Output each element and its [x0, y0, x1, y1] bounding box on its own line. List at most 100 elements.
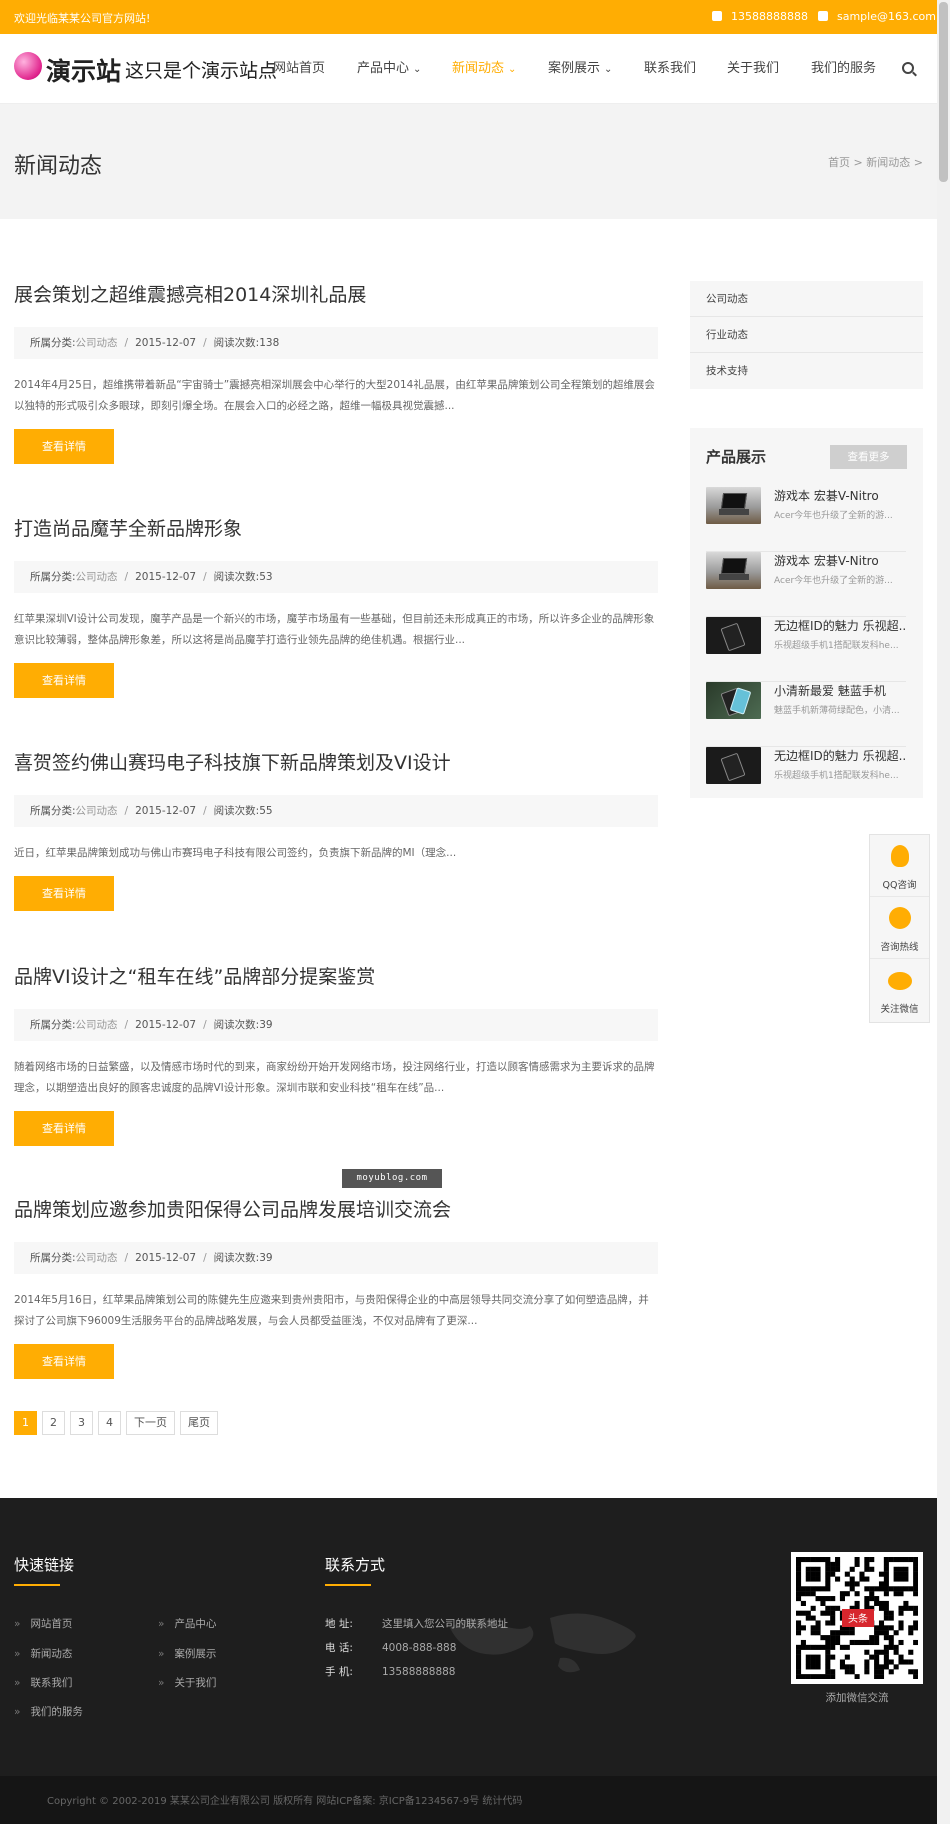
article-meta: 所属分类:公司动态 / 2015-12-07 / 阅读次数:55	[14, 795, 658, 827]
article-item: 品牌策划应邀参加贵阳保得公司品牌发展培训交流会 所属分类:公司动态 / 2015-12…	[14, 1196, 658, 1379]
article-item: 展会策划之超维震撼亮相2014深圳礼品展 所属分类:公司动态 / 2015-12-07…	[14, 281, 658, 464]
article-title[interactable]: 品牌VI设计之“租车在线”品牌部分提案鉴赏	[14, 963, 658, 991]
products-more-button[interactable]: 查看更多	[830, 445, 907, 469]
read-more-button[interactable]: 查看详情	[14, 876, 114, 911]
category-link[interactable]: 公司动态	[76, 1252, 118, 1264]
welcome-text: 欢迎光临某某公司官方网站!	[14, 12, 151, 25]
footer-link[interactable]: 案例展示	[158, 1646, 216, 1661]
product-item[interactable]: 游戏本 宏碁V-Nitro Acer今年也升级了全新的游...	[706, 552, 906, 617]
article-meta: 所属分类:公司动态 / 2015-12-07 / 阅读次数:39	[14, 1009, 658, 1041]
sidebar-products: 产品展示 查看更多 游戏本 宏碁V-Nitro Acer今年也升级了全新的游...…	[690, 428, 923, 798]
products-title: 产品展示	[706, 448, 767, 466]
product-name[interactable]: 小清新最爱 魅蓝手机	[774, 682, 907, 699]
float-contact-item[interactable]: 咨询热线	[870, 897, 929, 959]
product-item[interactable]: 小清新最爱 魅蓝手机魅蓝手机新薄荷绿配色，小清...	[706, 682, 906, 747]
page-button[interactable]: 尾页	[180, 1411, 218, 1435]
footer-contact-row: 手 机: 13588888888	[325, 1664, 456, 1679]
search-icon[interactable]	[902, 62, 914, 74]
float-contact-item[interactable]: 关注微信	[870, 959, 929, 1021]
product-name[interactable]: 无边框ID的魅力 乐视超...	[774, 617, 907, 634]
scrollbar-thumb[interactable]	[939, 2, 948, 182]
footer-link[interactable]: 新闻动态	[14, 1646, 72, 1661]
page-button[interactable]: 4	[98, 1411, 121, 1435]
product-item[interactable]: 无边框ID的魅力 乐视超... 乐视超级手机1搭配联发科he...	[706, 747, 907, 812]
reads-count: 39	[259, 1019, 273, 1031]
category-link[interactable]: 公司动态	[76, 571, 118, 583]
topbar-email[interactable]: sample@163.com	[818, 10, 936, 23]
product-name[interactable]: 游戏本 宏碁V-Nitro	[774, 552, 907, 569]
nav-item[interactable]: 关于我们	[727, 34, 779, 104]
category-link[interactable]: 公司动态	[76, 805, 118, 817]
scrollbar-track[interactable]	[937, 0, 950, 1824]
nav-item[interactable]: 产品中心 ⌄	[357, 34, 421, 105]
pagination: 1 2 3 4 下一页 尾页	[14, 1411, 218, 1435]
article-title[interactable]: 喜贺签约佛山赛玛电子科技旗下新品牌策划及VI设计	[14, 749, 658, 777]
float-contact-item[interactable]: QQ咨询	[870, 835, 929, 897]
reads-label: 阅读次数:	[213, 337, 260, 349]
wechat-icon	[888, 972, 912, 990]
nav-item-label: 案例展示	[548, 61, 601, 76]
product-thumbnail[interactable]	[706, 747, 761, 784]
float-contact-label: 关注微信	[880, 1004, 919, 1015]
logo-text[interactable]: 演示站	[46, 52, 121, 88]
page-banner: 新闻动态 首页 > 新闻动态 >	[0, 104, 937, 219]
article-date: 2015-12-07	[135, 1252, 197, 1264]
footer-links-title: 快速链接	[14, 1556, 75, 1574]
page-button[interactable]: 2	[42, 1411, 65, 1435]
footer-link[interactable]: 关于我们	[158, 1675, 216, 1690]
footer-link[interactable]: 产品中心	[158, 1616, 216, 1631]
nav-item[interactable]: 我们的服务	[811, 34, 876, 104]
category-link[interactable]: 公司动态	[76, 337, 118, 349]
article-item: 打造尚品魔芋全新品牌形象 所属分类:公司动态 / 2015-12-07 / 阅读次数:53…	[14, 515, 658, 698]
article-item: 喜贺签约佛山赛玛电子科技旗下新品牌策划及VI设计所属分类:公司动态 / 2015-1…	[14, 749, 658, 911]
article-title[interactable]: 打造尚品魔芋全新品牌形象	[14, 515, 658, 543]
reads-count: 39	[259, 1252, 273, 1264]
product-thumbnail[interactable]	[706, 552, 761, 589]
read-more-button[interactable]: 查看详情	[14, 429, 114, 464]
product-thumbnail[interactable]	[706, 617, 761, 654]
article-summary: 红苹果深圳VI设计公司发现，魔芋产品是一个新兴的市场，魔芋市场虽有一些基础，但目…	[14, 613, 655, 646]
product-thumbnail[interactable]	[706, 487, 761, 524]
page-button[interactable]: 1	[14, 1411, 37, 1435]
footer-link[interactable]: 网站首页	[14, 1616, 72, 1631]
nav-item[interactable]: 新闻动态 ⌄	[452, 34, 516, 105]
footer-contact-label: 地 址:	[325, 1618, 353, 1630]
page: 欢迎光临某某公司官方网站! 13588888888 sample@163.com…	[0, 0, 937, 1824]
sidebar-category[interactable]: 公司动态	[690, 281, 923, 317]
read-more-button[interactable]: 查看详情	[14, 1111, 114, 1146]
product-name[interactable]: 无边框ID的魅力 乐视超...	[774, 747, 907, 764]
nav-item[interactable]: 网站首页	[273, 34, 325, 104]
article-title[interactable]: 展会策划之超维震撼亮相2014深圳礼品展	[14, 281, 658, 309]
product-desc: Acer今年也升级了全新的游...	[774, 511, 893, 521]
sidebar-category[interactable]: 行业动态	[690, 317, 923, 353]
category-link[interactable]: 公司动态	[76, 1019, 118, 1031]
qr-caption: 添加微信交流	[825, 1692, 889, 1704]
article-title[interactable]: 品牌策划应邀参加贵阳保得公司品牌发展培训交流会	[14, 1196, 658, 1224]
read-more-button[interactable]: 查看详情	[14, 663, 114, 698]
meta-separator: /	[203, 1252, 207, 1264]
chevron-down-icon: ⌄	[413, 64, 422, 75]
topbar-phone-number: 13588888888	[731, 10, 808, 23]
float-contact-label: QQ咨询	[882, 880, 917, 891]
product-name[interactable]: 游戏本 宏碁V-Nitro	[774, 487, 907, 504]
article-summary: 近日，红苹果品牌策划成功与佛山市赛玛电子科技有限公司签约，负责旗下新品牌的MI（…	[14, 847, 457, 859]
laptop-base	[719, 574, 749, 580]
product-desc: 魅蓝手机新薄荷绿配色，小清...	[774, 706, 900, 716]
page-button[interactable]: 3	[70, 1411, 93, 1435]
logo-icon[interactable]	[14, 52, 42, 80]
topbar-phone[interactable]: 13588888888	[712, 10, 808, 23]
read-more-button[interactable]: 查看详情	[14, 1344, 114, 1379]
page-button[interactable]: 下一页	[126, 1411, 175, 1435]
product-item[interactable]: 无边框ID的魅力 乐视超... 乐视超级手机1搭配联发科he...	[706, 617, 907, 682]
nav-item[interactable]: 联系我们	[644, 34, 696, 104]
sidebar-category[interactable]: 技术支持	[690, 353, 923, 389]
footer-link[interactable]: 我们的服务	[14, 1704, 83, 1719]
product-item[interactable]: 游戏本 宏碁V-Nitro Acer今年也升级了全新的游...	[706, 487, 906, 552]
reads-count: 55	[259, 805, 273, 817]
product-thumbnail[interactable]	[706, 682, 761, 719]
breadcrumb[interactable]: 首页 > 新闻动态 >	[828, 154, 923, 170]
footer-link[interactable]: 联系我们	[14, 1675, 72, 1690]
article-meta: 所属分类:公司动态 / 2015-12-07 / 阅读次数:39	[14, 1242, 658, 1274]
nav-item[interactable]: 案例展示 ⌄	[548, 34, 612, 105]
reads-label: 阅读次数:	[213, 1019, 260, 1031]
